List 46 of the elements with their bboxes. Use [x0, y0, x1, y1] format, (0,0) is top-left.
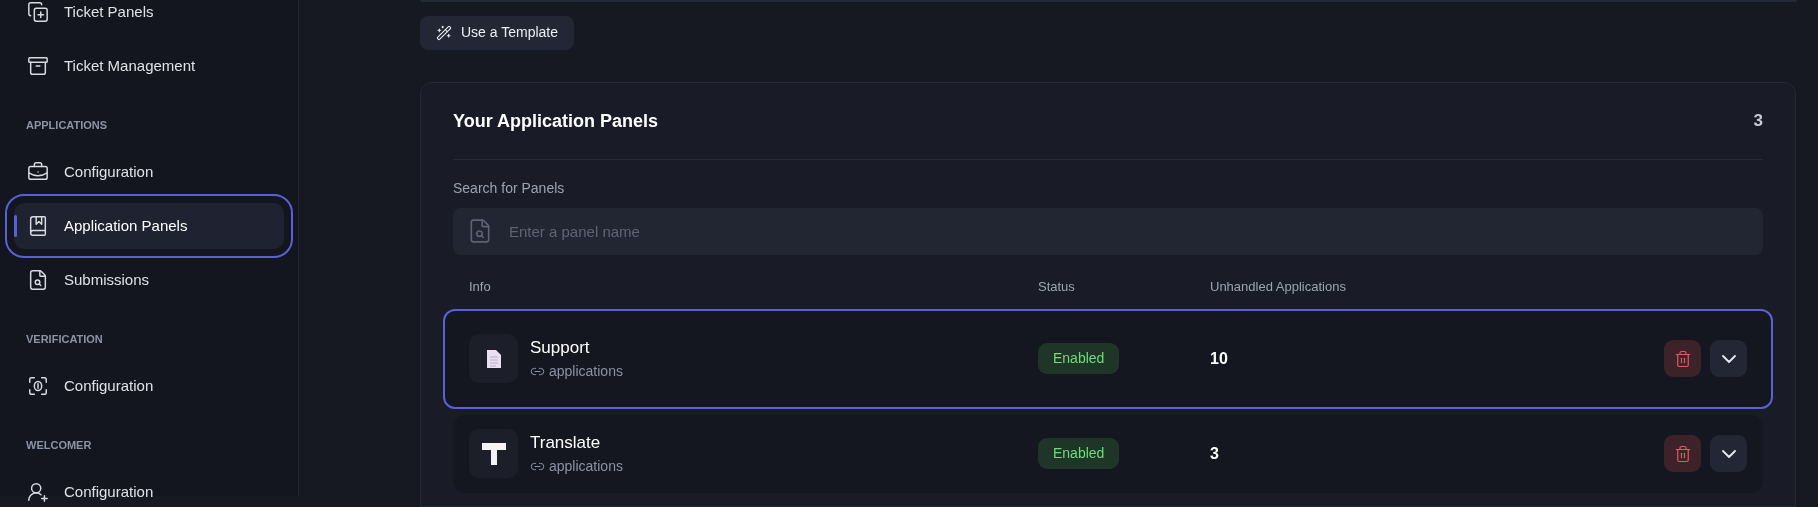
logo-icon	[480, 441, 507, 466]
sidebar-item[interactable]: Configuration	[14, 363, 284, 409]
chevron-down-icon	[1721, 354, 1736, 363]
section-heading: WELCOMER	[25, 438, 93, 453]
bookmark-book-icon	[27, 215, 49, 237]
template-button[interactable]: Use a Template	[420, 15, 574, 51]
briefcase-icon	[27, 161, 49, 183]
active-indicator	[14, 215, 17, 237]
panel-channel: applications	[549, 456, 623, 476]
search-label: Search for Panels	[453, 179, 566, 199]
trash-icon	[1673, 349, 1692, 368]
section-heading: VERIFICATION	[25, 332, 104, 347]
panel-count: 3	[1753, 110, 1763, 133]
section-heading: APPLICATIONS	[25, 118, 109, 133]
status-badge: Enabled	[1038, 343, 1120, 375]
sidebar-item[interactable]: Ticket Panels	[14, 0, 284, 35]
panel-channel: applications	[549, 361, 623, 381]
status-badge: Enabled	[1038, 438, 1120, 470]
panel-name: Support	[530, 337, 591, 360]
magic-wand-icon	[436, 24, 452, 41]
file-search-icon	[27, 269, 49, 291]
user-plus-icon	[27, 481, 49, 503]
document-icon	[485, 348, 502, 369]
column-header: Status	[1038, 278, 1076, 297]
trash-icon	[1673, 444, 1692, 463]
unhandled-count: 3	[1210, 443, 1220, 464]
panel-row[interactable]: Translate applications Enabled 3	[453, 414, 1763, 493]
sidebar-item[interactable]: Ticket Management	[14, 43, 284, 89]
panel-row[interactable]: Support applications Enabled 10	[443, 308, 1773, 409]
sidebar-item[interactable]: Configuration	[14, 149, 284, 195]
expand-button[interactable]	[1710, 435, 1747, 473]
search-field[interactable]: Enter a panel name	[453, 208, 1763, 256]
sidebar-item[interactable]: Configuration	[14, 469, 284, 507]
column-header: Unhandled Applications	[1210, 278, 1347, 297]
archive-icon	[27, 55, 49, 77]
copy-plus-icon	[27, 1, 49, 23]
panel-name: Translate	[530, 432, 602, 455]
delete-button[interactable]	[1664, 435, 1701, 473]
unhandled-count: 10	[1210, 348, 1229, 369]
expand-button[interactable]	[1710, 340, 1747, 378]
column-header: Info	[469, 278, 492, 297]
sidebar-item[interactable]: Submissions	[14, 257, 284, 303]
chevron-down-icon	[1721, 449, 1736, 458]
scan-frame-icon	[27, 375, 49, 397]
card-title: Your Application Panels	[453, 109, 659, 133]
delete-button[interactable]	[1664, 340, 1701, 378]
